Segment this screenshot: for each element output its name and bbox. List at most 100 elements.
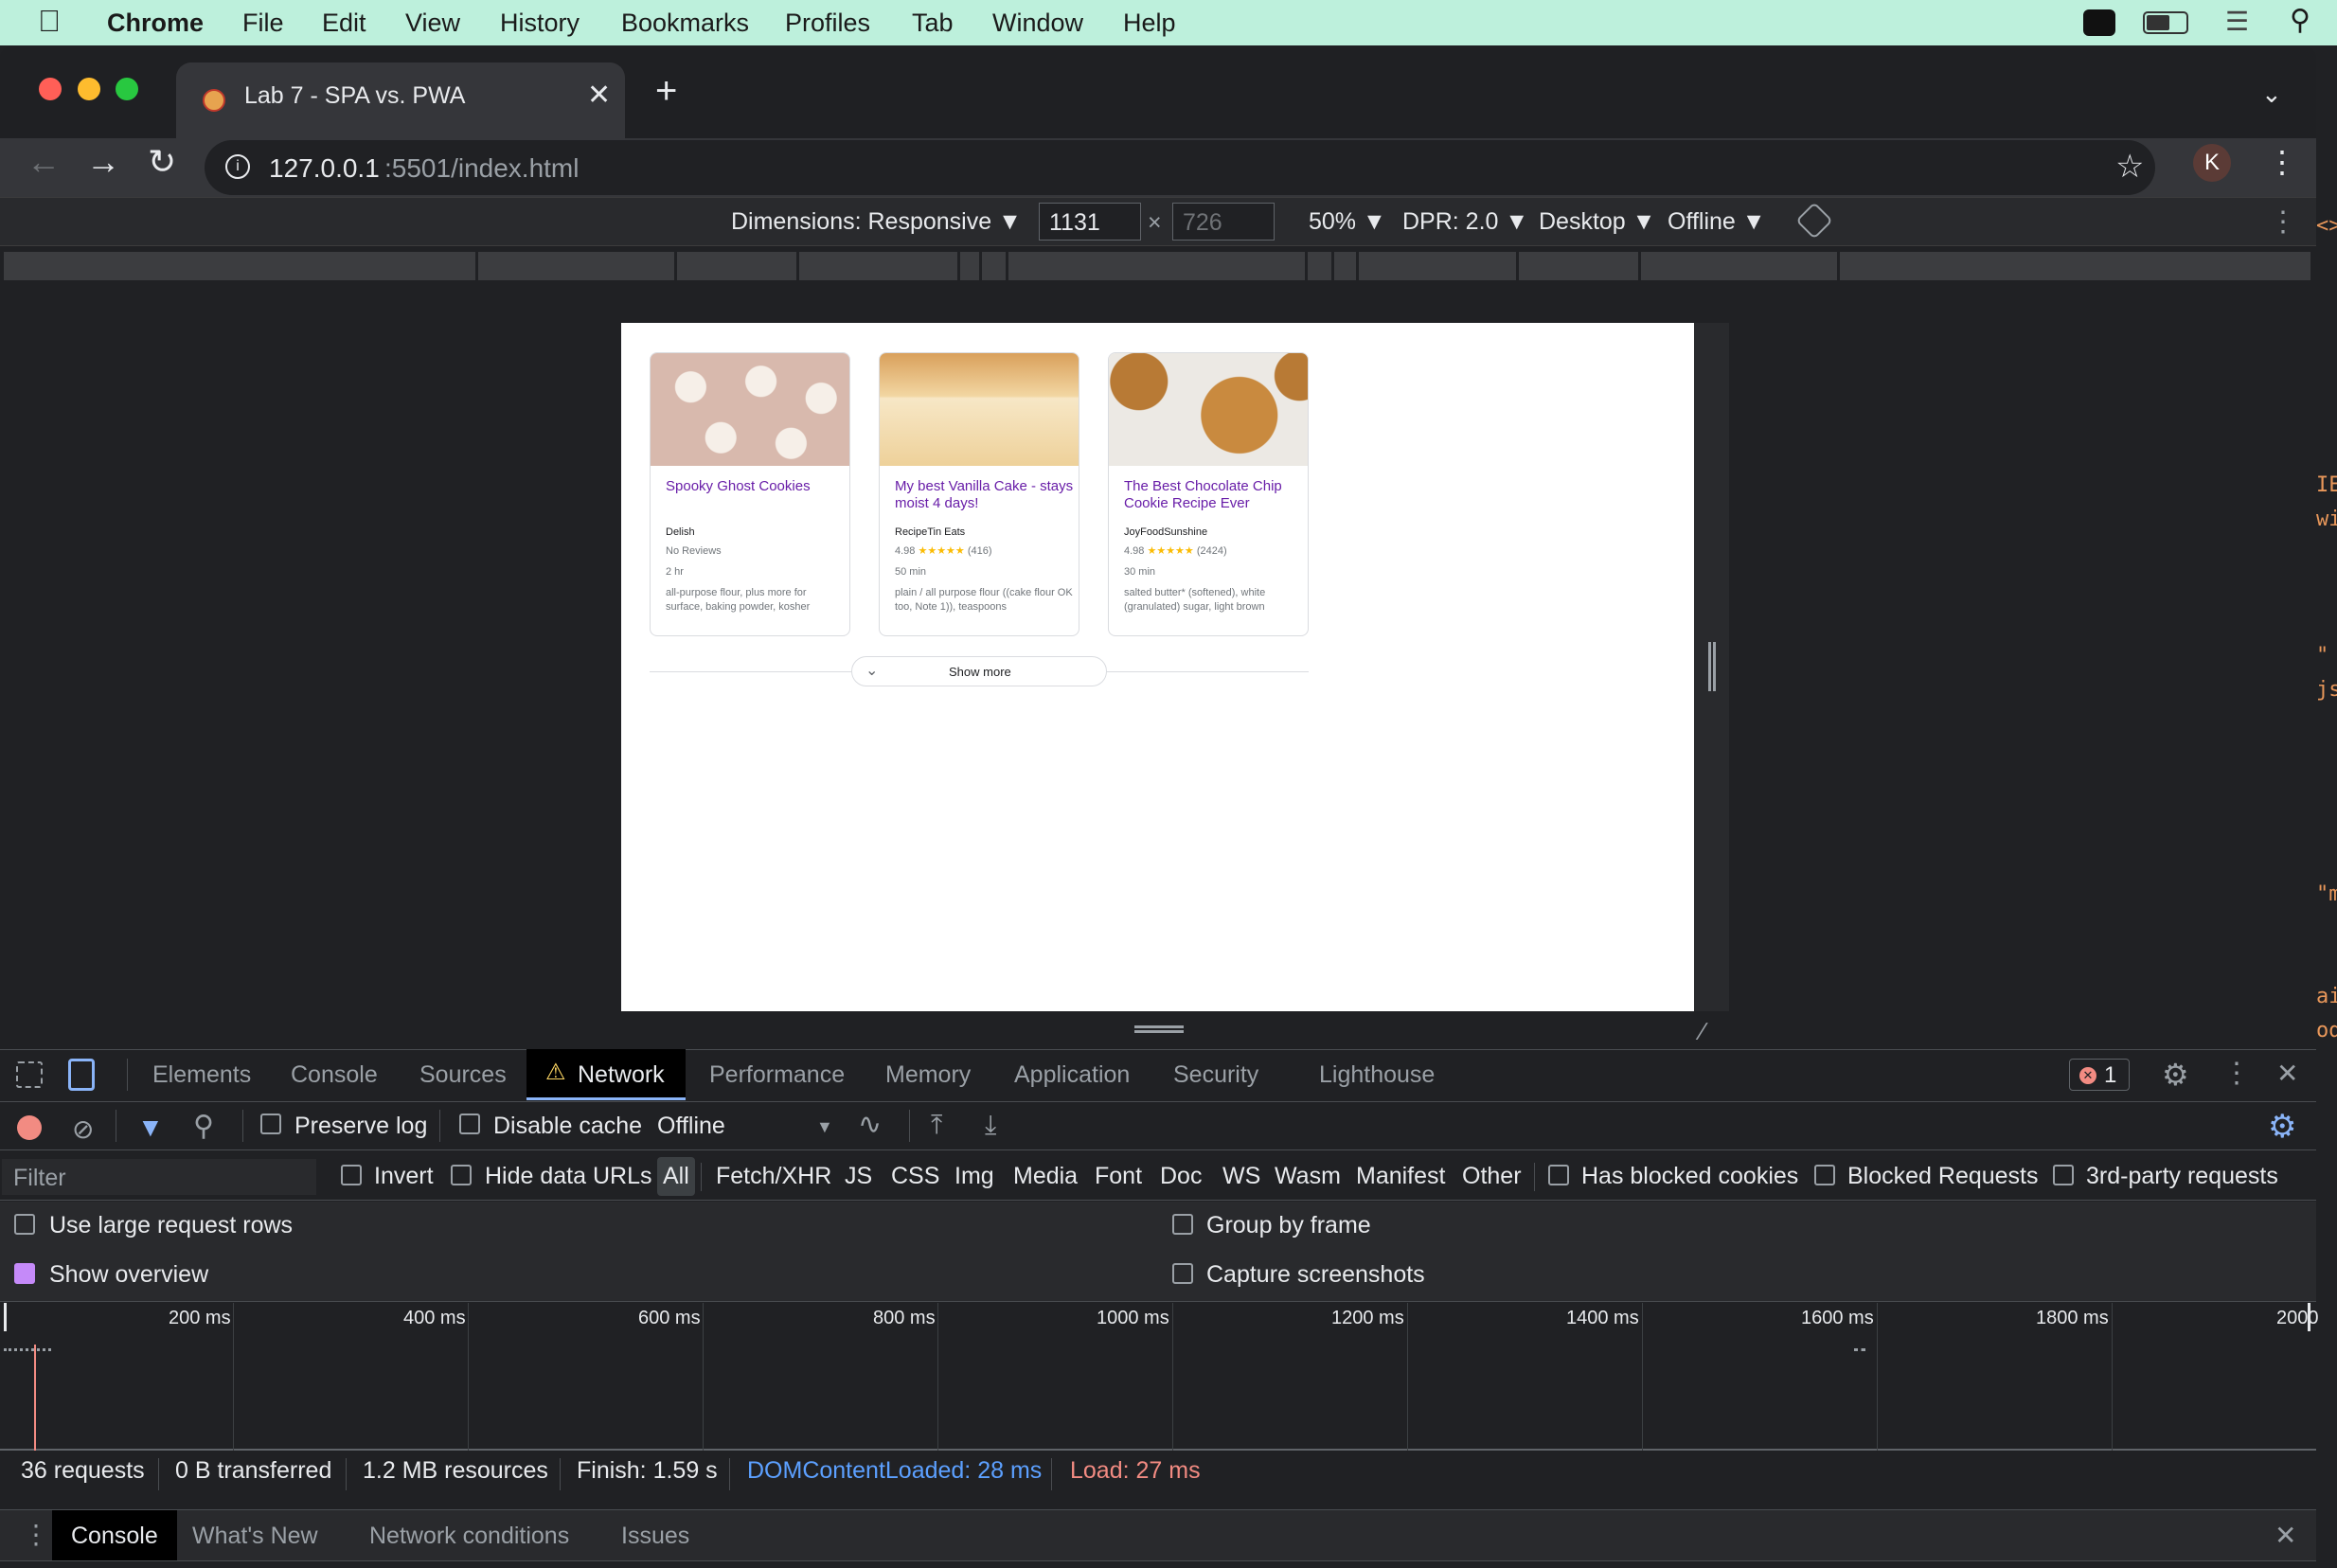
network-conditions-icon[interactable]: ∿ <box>858 1108 882 1141</box>
close-tab-icon[interactable]: ✕ <box>587 79 611 112</box>
clear-icon[interactable]: ⊘ <box>72 1114 94 1145</box>
network-settings-icon[interactable]: ⚙ <box>2268 1108 2296 1146</box>
resize-handle-bottom[interactable] <box>1134 1025 1184 1033</box>
import-har-icon[interactable]: ⤒ <box>931 1110 942 1141</box>
spotlight-icon[interactable]: ⚲ <box>2290 4 2310 37</box>
filter-manifest[interactable]: Manifest <box>1356 1163 1445 1190</box>
tab-search-icon[interactable]: ⌄ <box>2261 80 2282 109</box>
tab-security[interactable]: Security <box>1173 1049 1258 1100</box>
third-party-checkbox[interactable] <box>2053 1165 2074 1185</box>
menu-bookmarks[interactable]: Bookmarks <box>621 9 749 38</box>
preserve-log-checkbox[interactable] <box>260 1114 281 1134</box>
resize-handle-corner[interactable]: ∕ <box>1701 1017 1704 1046</box>
drawer-tab-issues[interactable]: Issues <box>621 1523 689 1550</box>
devtools-settings-icon[interactable]: ⚙ <box>2162 1057 2189 1093</box>
tab-sources[interactable]: Sources <box>419 1049 507 1100</box>
bookmark-star-icon[interactable]: ☆ <box>2115 148 2144 186</box>
filter-css[interactable]: CSS <box>891 1163 939 1190</box>
has-blocked-cookies-checkbox[interactable] <box>1548 1165 1569 1185</box>
resize-handle-right[interactable] <box>1708 642 1716 691</box>
filter-font[interactable]: Font <box>1095 1163 1142 1190</box>
export-har-icon[interactable]: ⤓ <box>985 1110 996 1141</box>
recipe-card[interactable]: Spooky Ghost Cookies Delish No Reviews 2… <box>650 352 850 636</box>
reload-button[interactable]: ↻ <box>148 142 176 182</box>
throttling-select[interactable]: Offline <box>657 1113 725 1140</box>
menu-history[interactable]: History <box>500 9 580 38</box>
invert-checkbox[interactable] <box>341 1165 362 1185</box>
new-tab-button[interactable]: + <box>655 72 677 110</box>
devtools-more-icon[interactable]: ⋮ <box>2222 1057 2251 1090</box>
drawer-tab-console[interactable]: Console <box>52 1510 177 1561</box>
filter-img[interactable]: Img <box>954 1163 994 1190</box>
zoom-dropdown[interactable]: 50% ▼ <box>1309 208 1386 236</box>
capture-screenshots-checkbox[interactable] <box>1172 1263 1193 1284</box>
filter-icon[interactable]: ▼ <box>137 1113 164 1143</box>
menu-help[interactable]: Help <box>1123 9 1176 38</box>
zoom-window-button[interactable] <box>116 78 138 100</box>
filter-fetch-xhr[interactable]: Fetch/XHR <box>716 1163 831 1190</box>
drawer-tab-whats-new[interactable]: What's New <box>192 1523 318 1550</box>
tab-performance[interactable]: Performance <box>709 1049 845 1100</box>
group-by-frame-checkbox[interactable] <box>1172 1214 1193 1235</box>
filter-all[interactable]: All <box>657 1157 695 1196</box>
hide-data-urls-checkbox[interactable] <box>451 1165 472 1185</box>
height-input[interactable]: 726 <box>1172 203 1275 241</box>
browser-tab[interactable]: Lab 7 - SPA vs. PWA ✕ <box>176 62 625 138</box>
search-icon[interactable]: ⚲ <box>193 1110 214 1143</box>
show-overview-checkbox[interactable] <box>14 1263 35 1284</box>
recipe-title[interactable]: Spooky Ghost Cookies <box>666 478 846 495</box>
recipe-card[interactable]: My best Vanilla Cake - stays moist 4 day… <box>879 352 1079 636</box>
tab-network-active[interactable]: ⚠ Network <box>526 1049 686 1100</box>
tab-application[interactable]: Application <box>1014 1049 1130 1100</box>
battery-icon[interactable] <box>2143 11 2188 34</box>
menu-view[interactable]: View <box>405 9 460 38</box>
chrome-menu-icon[interactable]: ⋮ <box>2267 144 2297 180</box>
menu-tab[interactable]: Tab <box>912 9 954 38</box>
wifi-off-icon[interactable]: ☰ <box>2225 6 2249 37</box>
close-drawer-icon[interactable]: ✕ <box>2275 1520 2296 1551</box>
back-button[interactable]: ← <box>27 142 61 182</box>
media-query-bar[interactable] <box>4 252 2310 280</box>
profile-avatar[interactable]: K <box>2193 144 2231 182</box>
menu-edit[interactable]: Edit <box>322 9 366 38</box>
site-info-icon[interactable]: i <box>225 154 250 179</box>
dpr-dropdown[interactable]: DPR: 2.0 ▼ <box>1402 208 1528 236</box>
menu-window[interactable]: Window <box>992 9 1083 38</box>
recipe-card[interactable]: The Best Chocolate Chip Cookie Recipe Ev… <box>1108 352 1309 636</box>
width-input[interactable]: 1131 <box>1039 203 1141 241</box>
filter-input[interactable]: Filter <box>2 1159 316 1195</box>
recipe-title[interactable]: My best Vanilla Cake - stays moist 4 day… <box>895 478 1075 512</box>
filter-wasm[interactable]: Wasm <box>1275 1163 1341 1190</box>
filter-ws[interactable]: WS <box>1222 1163 1260 1190</box>
minimize-window-button[interactable] <box>78 78 100 100</box>
dimensions-dropdown[interactable]: Dimensions: Responsive ▼ <box>731 208 1022 236</box>
tab-console[interactable]: Console <box>291 1049 378 1100</box>
inspect-element-icon[interactable] <box>16 1061 43 1088</box>
blocked-requests-checkbox[interactable] <box>1814 1165 1835 1185</box>
rotate-icon[interactable] <box>1795 202 1833 240</box>
error-counter[interactable]: ✕ 1 <box>2069 1059 2130 1091</box>
tab-elements[interactable]: Elements <box>152 1049 251 1100</box>
filter-other[interactable]: Other <box>1462 1163 1522 1190</box>
forward-button[interactable]: → <box>86 142 120 182</box>
recipe-title[interactable]: The Best Chocolate Chip Cookie Recipe Ev… <box>1124 478 1304 512</box>
close-devtools-icon[interactable]: ✕ <box>2276 1058 2298 1089</box>
apple-icon[interactable]:  <box>38 4 61 39</box>
record-button[interactable] <box>17 1115 42 1140</box>
tab-lighthouse[interactable]: Lighthouse <box>1319 1049 1435 1100</box>
device-mode-dropdown[interactable]: Desktop ▼ <box>1539 208 1655 236</box>
filter-doc[interactable]: Doc <box>1160 1163 1202 1190</box>
show-more-button[interactable]: ⌄ Show more <box>851 656 1107 686</box>
filter-media[interactable]: Media <box>1013 1163 1078 1190</box>
close-window-button[interactable] <box>39 78 62 100</box>
filter-js[interactable]: JS <box>845 1163 872 1190</box>
menu-file[interactable]: File <box>242 9 284 38</box>
drawer-tab-network-conditions[interactable]: Network conditions <box>369 1523 569 1550</box>
facetime-icon[interactable] <box>2083 9 2115 36</box>
large-rows-checkbox[interactable] <box>14 1214 35 1235</box>
disable-cache-checkbox[interactable] <box>459 1114 480 1134</box>
device-toggle-icon[interactable] <box>68 1059 95 1091</box>
throttle-dropdown[interactable]: Offline ▼ <box>1668 208 1766 236</box>
menu-profiles[interactable]: Profiles <box>785 9 870 38</box>
drawer-menu-icon[interactable]: ⋮ <box>23 1519 49 1550</box>
